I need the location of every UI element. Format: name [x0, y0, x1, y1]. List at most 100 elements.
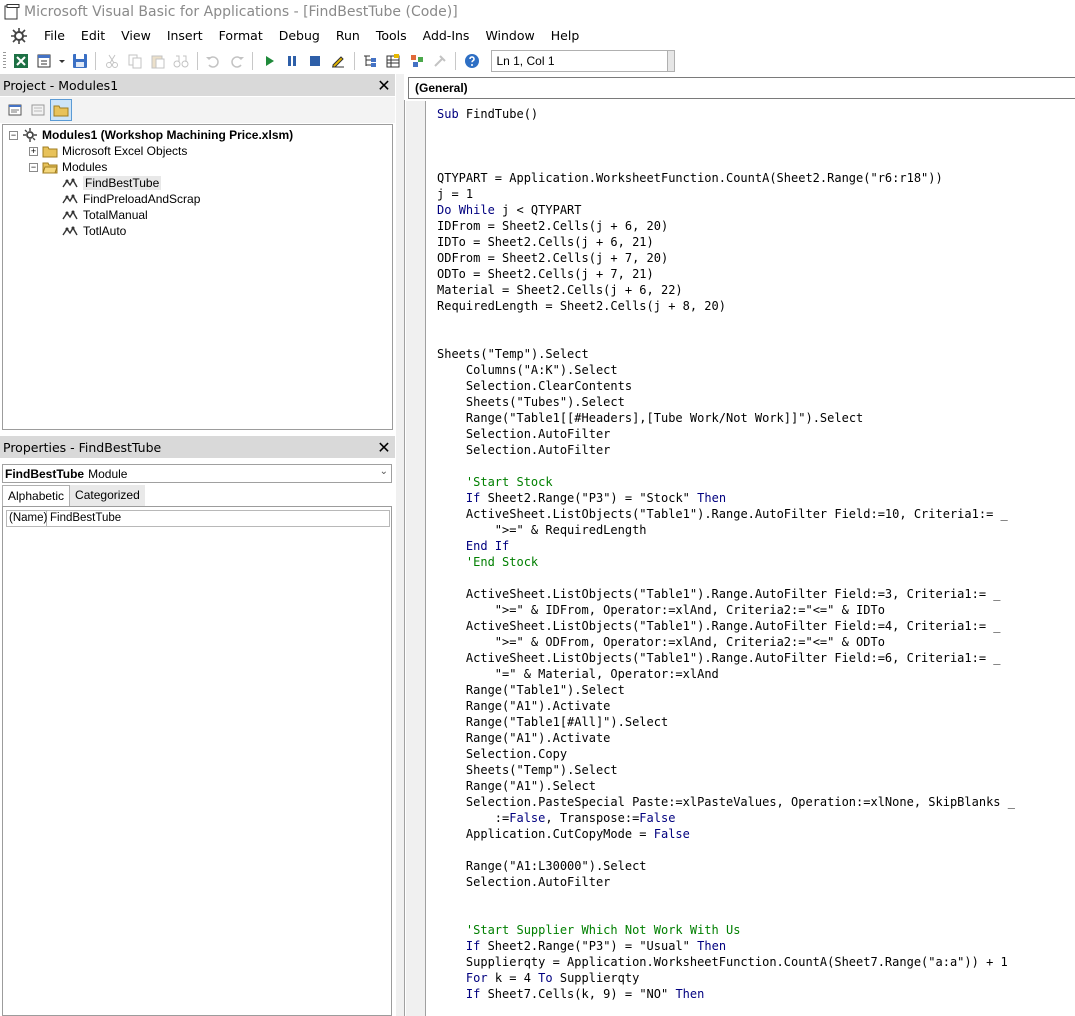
code-line[interactable]: If Sheet7.Cells(k, 9) = "NO" Then [437, 986, 1075, 1002]
code-line[interactable] [437, 122, 1075, 138]
properties-window-button[interactable] [384, 51, 403, 71]
code-line[interactable]: ODTo = Sheet2.Cells(j + 7, 21) [437, 266, 1075, 282]
code-line[interactable]: ">=" & IDFrom, Operator:=xlAnd, Criteria… [437, 602, 1075, 618]
cut-button[interactable] [102, 51, 121, 71]
tree-node-module[interactable]: FindBestTube [61, 175, 162, 191]
vba-menu-icon[interactable] [10, 27, 28, 45]
code-line[interactable]: :=False, Transpose:=False [437, 810, 1075, 826]
tree-node-module[interactable]: TotlAuto [61, 223, 126, 239]
code-editor[interactable]: Sub FindTube() QTYPART = Application.Work… [437, 106, 1075, 1016]
code-line[interactable] [437, 890, 1075, 906]
pane-splitter[interactable] [396, 74, 404, 1016]
redo-button[interactable] [227, 51, 246, 71]
undo-button[interactable] [204, 51, 223, 71]
menu-run[interactable]: Run [328, 28, 368, 43]
code-line[interactable]: Columns("A:K").Select [437, 362, 1075, 378]
code-line[interactable] [437, 138, 1075, 154]
code-line[interactable] [437, 842, 1075, 858]
code-line[interactable]: Range("A1").Select [437, 778, 1075, 794]
code-line[interactable]: ">=" & RequiredLength [437, 522, 1075, 538]
object-browser-button[interactable] [407, 51, 426, 71]
expand-icon[interactable]: + [29, 146, 38, 156]
code-line[interactable]: For k = 4 To Supplierqty [437, 970, 1075, 986]
tree-node-modules-folder[interactable]: − Modules [29, 159, 107, 175]
code-line[interactable]: ActiveSheet.ListObjects("Table1").Range.… [437, 586, 1075, 602]
code-line[interactable]: ODFrom = Sheet2.Cells(j + 7, 20) [437, 250, 1075, 266]
code-line[interactable]: Range("A1").Activate [437, 730, 1075, 746]
reset-button[interactable] [305, 51, 324, 71]
property-value[interactable]: FindBestTube [47, 511, 121, 526]
code-line[interactable]: 'Start Stock [437, 474, 1075, 490]
code-line[interactable]: RequiredLength = Sheet2.Cells(j + 8, 20) [437, 298, 1075, 314]
property-row[interactable]: (Name) FindBestTube [6, 510, 390, 527]
code-line[interactable] [437, 330, 1075, 346]
dropdown-arrow-icon[interactable] [58, 51, 66, 71]
collapse-icon[interactable]: − [9, 130, 18, 140]
help-button[interactable] [462, 51, 481, 71]
code-line[interactable]: Sub FindTube() [437, 106, 1075, 122]
tab-alphabetic[interactable]: Alphabetic [2, 485, 71, 506]
code-line[interactable] [437, 570, 1075, 586]
code-line[interactable]: If Sheet2.Range("P3") = "Usual" Then [437, 938, 1075, 954]
code-line[interactable]: IDTo = Sheet2.Cells(j + 6, 21) [437, 234, 1075, 250]
code-line[interactable]: j = 1 [437, 186, 1075, 202]
code-line[interactable]: Application.CutCopyMode = False [437, 826, 1075, 842]
code-line[interactable]: Selection.AutoFilter [437, 426, 1075, 442]
find-button[interactable] [172, 51, 191, 71]
code-line[interactable]: Range("Table1").Select [437, 682, 1075, 698]
toolbar-grip[interactable] [3, 52, 6, 70]
tree-node-module[interactable]: TotalManual [61, 207, 148, 223]
code-line[interactable]: Range("Table1[[#Headers],[Tube Work/Not … [437, 410, 1075, 426]
menu-debug[interactable]: Debug [271, 28, 328, 43]
code-line[interactable] [437, 458, 1075, 474]
code-line[interactable]: Sheets("Temp").Select [437, 762, 1075, 778]
view-excel-button[interactable] [12, 51, 31, 71]
tree-node-module[interactable]: FindPreloadAndScrap [61, 191, 200, 207]
code-line[interactable]: IDFrom = Sheet2.Cells(j + 6, 20) [437, 218, 1075, 234]
break-button[interactable] [282, 51, 301, 71]
insert-module-button[interactable] [35, 51, 54, 71]
copy-button[interactable] [125, 51, 144, 71]
code-line[interactable]: If Sheet2.Range("P3") = "Stock" Then [437, 490, 1075, 506]
code-line[interactable]: Selection.AutoFilter [437, 442, 1075, 458]
close-project-pane-button[interactable]: ✕ [375, 76, 393, 95]
code-line[interactable]: Material = Sheet2.Cells(j + 6, 22) [437, 282, 1075, 298]
menu-format[interactable]: Format [211, 28, 271, 43]
code-line[interactable] [437, 906, 1075, 922]
view-code-button[interactable] [4, 99, 26, 121]
code-line[interactable]: Range("A1").Activate [437, 698, 1075, 714]
toggle-folders-button[interactable] [50, 99, 72, 121]
menu-add-ins[interactable]: Add-Ins [415, 28, 478, 43]
code-line[interactable]: Sheets("Temp").Select [437, 346, 1075, 362]
code-line[interactable]: Sheets("Tubes").Select [437, 394, 1075, 410]
toolbox-button[interactable] [430, 51, 449, 71]
code-line[interactable]: "=" & Material, Operator:=xlAnd [437, 666, 1075, 682]
menu-insert[interactable]: Insert [159, 28, 211, 43]
code-line[interactable]: Selection.Copy [437, 746, 1075, 762]
code-line[interactable]: ">=" & ODFrom, Operator:=xlAnd, Criteria… [437, 634, 1075, 650]
code-line[interactable]: 'End Stock [437, 554, 1075, 570]
code-line[interactable] [437, 154, 1075, 170]
menu-tools[interactable]: Tools [368, 28, 415, 43]
paste-button[interactable] [149, 51, 168, 71]
code-line[interactable]: Selection.AutoFilter [437, 874, 1075, 890]
chevron-down-icon[interactable]: ⌄ [380, 466, 388, 477]
code-line[interactable]: Do While j < QTYPART [437, 202, 1075, 218]
collapse-icon[interactable]: − [29, 162, 38, 172]
code-line[interactable]: Selection.ClearContents [437, 378, 1075, 394]
close-properties-pane-button[interactable]: ✕ [375, 438, 393, 457]
menu-file[interactable]: File [36, 28, 73, 43]
code-line[interactable]: ActiveSheet.ListObjects("Table1").Range.… [437, 618, 1075, 634]
code-line[interactable]: End If [437, 538, 1075, 554]
menu-view[interactable]: View [113, 28, 159, 43]
menu-edit[interactable]: Edit [73, 28, 113, 43]
code-line[interactable] [437, 314, 1075, 330]
code-line[interactable]: Selection.PasteSpecial Paste:=xlPasteVal… [437, 794, 1075, 810]
run-button[interactable] [259, 51, 278, 71]
menu-help[interactable]: Help [543, 28, 588, 43]
code-line[interactable]: Supplierqty = Application.WorksheetFunct… [437, 954, 1075, 970]
tab-categorized[interactable]: Categorized [70, 485, 145, 506]
object-combo[interactable]: (General) [408, 77, 1075, 99]
project-explorer-button[interactable] [361, 51, 380, 71]
margin-indicator-bar[interactable] [406, 101, 426, 1016]
